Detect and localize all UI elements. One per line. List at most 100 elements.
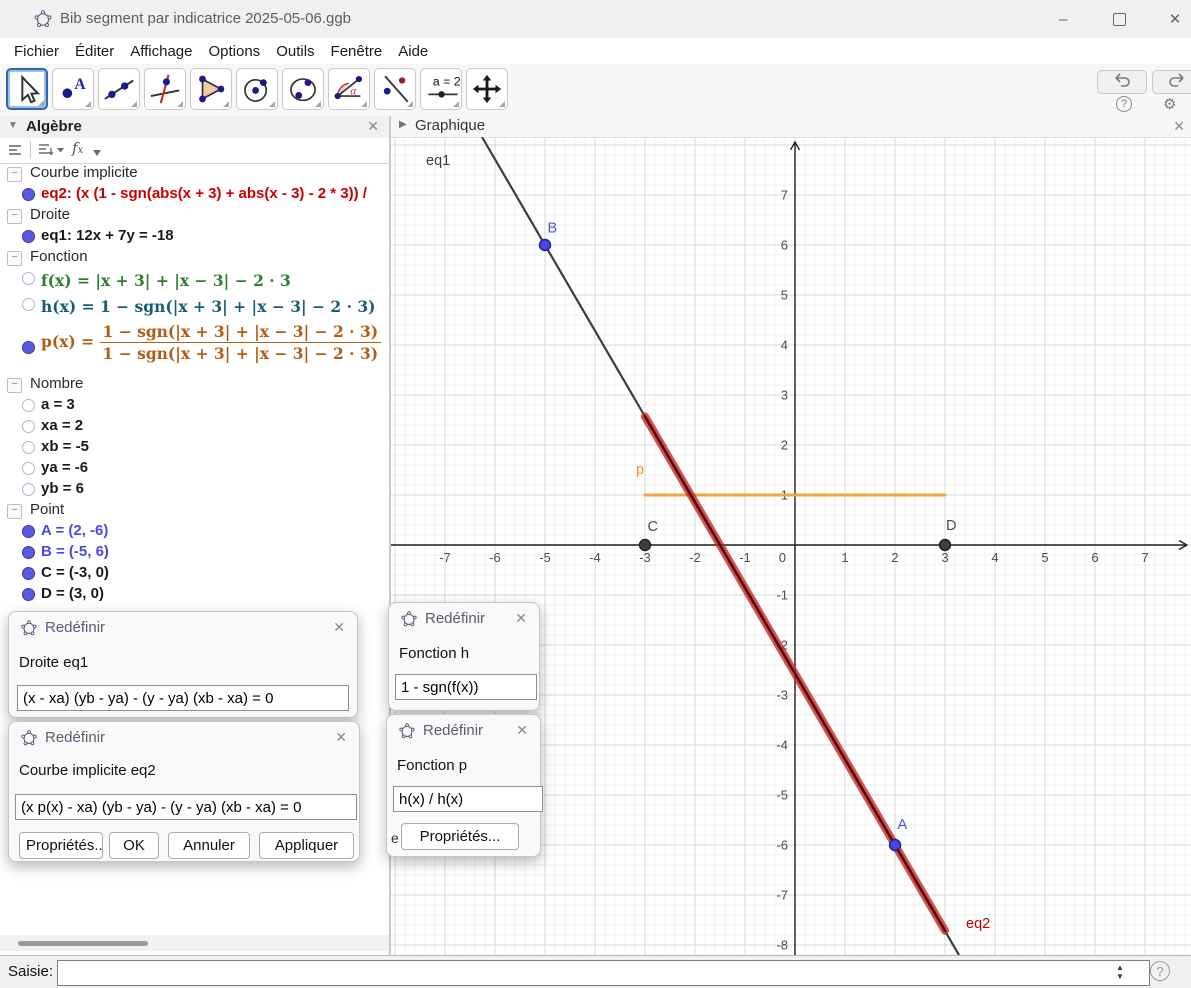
algebra-category-label: Point	[30, 501, 64, 518]
menu-affichage[interactable]: Affichage	[122, 43, 200, 60]
collapse-minus-icon[interactable]: −	[7, 504, 22, 519]
collapse-minus-icon[interactable]: −	[7, 209, 22, 224]
auxiliary-objects-icon[interactable]	[8, 142, 24, 163]
dialog-close-icon[interactable]: ✕	[333, 619, 345, 636]
dialog-close-icon[interactable]: ✕	[515, 610, 527, 627]
algebra-category-row[interactable]: −Droite	[0, 205, 389, 226]
menu-bar: Fichier Éditer Affichage Options Outils …	[0, 38, 1191, 64]
angle-tool-button[interactable]: α	[328, 68, 370, 110]
algebra-object-row[interactable]: p(x) = 1 − sgn(|x + 3| + |x − 3| − 2 · 3…	[0, 320, 389, 374]
saisie-input[interactable]	[57, 960, 1150, 986]
apply-button[interactable]: Appliquer	[259, 832, 354, 859]
collapse-minus-icon[interactable]: −	[7, 251, 22, 266]
algebra-category-row[interactable]: −Point	[0, 500, 389, 521]
visibility-marble-filled-icon[interactable]	[22, 341, 35, 354]
visibility-marble-hollow-icon[interactable]	[22, 272, 35, 285]
help-icon[interactable]: ?	[1116, 96, 1132, 112]
algebra-object-row[interactable]: a = 3	[0, 395, 389, 416]
visibility-marble-filled-icon[interactable]	[22, 230, 35, 243]
settings-gear-icon[interactable]: ⚙	[1163, 95, 1176, 113]
maximize-button[interactable]	[1096, 0, 1142, 38]
algebra-horizontal-scrollbar[interactable]	[0, 935, 389, 951]
redefine-input-eq2[interactable]	[15, 794, 357, 820]
svg-text:-6: -6	[489, 550, 501, 565]
input-help-icon[interactable]: ?	[1150, 961, 1170, 981]
visibility-marble-hollow-icon[interactable]	[22, 441, 35, 454]
algebra-object-row[interactable]: A = (2, -6)	[0, 521, 389, 542]
minimize-button[interactable]: –	[1040, 0, 1086, 38]
algebra-object-row[interactable]: yb = 6	[0, 479, 389, 500]
graphics-close-icon[interactable]: ✕	[1173, 118, 1185, 135]
properties-button[interactable]: Propriétés...	[19, 832, 103, 859]
algebra-object-row[interactable]: B = (-5, 6)	[0, 542, 389, 563]
menu-editer[interactable]: Éditer	[67, 43, 122, 60]
redefine-input-h[interactable]	[395, 674, 537, 700]
collapse-minus-icon[interactable]: −	[7, 167, 22, 182]
properties-button[interactable]: Propriétés...	[401, 823, 519, 850]
visibility-marble-hollow-icon[interactable]	[22, 420, 35, 433]
move-graphics-tool-button[interactable]	[466, 68, 508, 110]
input-history-spinner-icon[interactable]: ▲▼	[1113, 963, 1127, 983]
visibility-marble-hollow-icon[interactable]	[22, 399, 35, 412]
dialog-titlebar[interactable]: Redéfinir ✕	[389, 603, 539, 635]
algebra-category-row[interactable]: −Nombre	[0, 374, 389, 395]
cancel-button[interactable]: Annuler	[168, 832, 250, 859]
dialog-titlebar[interactable]: Redéfinir ✕	[9, 722, 359, 754]
graphics-panel-header: ▶ Graphique ✕	[391, 116, 1191, 138]
move-tool-button[interactable]	[6, 68, 48, 110]
reflection-tool-button[interactable]	[374, 68, 416, 110]
scrollbar-thumb[interactable]	[18, 941, 148, 946]
collapse-triangle-icon[interactable]: ▼	[8, 120, 18, 131]
dialog-close-icon[interactable]: ✕	[516, 722, 528, 739]
algebra-object-row[interactable]: h(x) = 1 − sgn(|x + 3| + |x − 3| − 2 · 3…	[0, 294, 389, 320]
menu-fichier[interactable]: Fichier	[6, 43, 67, 60]
visibility-marble-filled-icon[interactable]	[22, 546, 35, 559]
menu-aide[interactable]: Aide	[390, 43, 436, 60]
dialog-close-icon[interactable]: ✕	[335, 729, 347, 746]
conic-tool-button[interactable]	[282, 68, 324, 110]
line-tool-button[interactable]	[98, 68, 140, 110]
perpendicular-line-tool-button[interactable]	[144, 68, 186, 110]
algebra-object-row[interactable]: D = (3, 0)	[0, 584, 389, 605]
dialog-object-label: Fonction h	[399, 645, 469, 662]
visibility-marble-hollow-icon[interactable]	[22, 483, 35, 496]
algebra-object-row[interactable]: C = (-3, 0)	[0, 563, 389, 584]
algebra-close-icon[interactable]: ✕	[367, 118, 379, 135]
visibility-marble-filled-icon[interactable]	[22, 588, 35, 601]
polygon-tool-button[interactable]	[190, 68, 232, 110]
algebra-object-row[interactable]: ya = -6	[0, 458, 389, 479]
visibility-marble-filled-icon[interactable]	[22, 188, 35, 201]
menu-outils[interactable]: Outils	[268, 43, 322, 60]
algebra-category-row[interactable]: −Fonction	[0, 247, 389, 268]
close-button[interactable]: ✕	[1152, 0, 1191, 38]
sort-objects-icon[interactable]	[38, 142, 64, 163]
redo-button[interactable]	[1152, 70, 1191, 94]
ok-button[interactable]: OK	[109, 832, 159, 859]
algebra-object-row[interactable]: eq2: (x (1 - sgn(abs(x + 3) + abs(x - 3)…	[0, 184, 389, 205]
visibility-marble-hollow-icon[interactable]	[22, 298, 35, 311]
point-tool-button[interactable]: A	[52, 68, 94, 110]
undo-button[interactable]	[1097, 70, 1147, 94]
menu-fenetre[interactable]: Fenêtre	[323, 43, 391, 60]
menu-options[interactable]: Options	[200, 43, 268, 60]
redefine-input-p[interactable]	[393, 786, 543, 812]
algebra-category-row[interactable]: −Courbe implicite	[0, 163, 389, 184]
fx-dropdown-icon[interactable]	[92, 144, 102, 162]
dialog-titlebar[interactable]: Redéfinir ✕	[9, 612, 357, 644]
visibility-marble-hollow-icon[interactable]	[22, 462, 35, 475]
collapse-minus-icon[interactable]: −	[7, 378, 22, 393]
dialog-title: Redéfinir	[423, 722, 483, 739]
expand-triangle-icon[interactable]: ▶	[399, 119, 407, 130]
visibility-marble-filled-icon[interactable]	[22, 567, 35, 580]
dialog-titlebar[interactable]: Redéfinir ✕	[387, 715, 540, 747]
slider-tool-button[interactable]: a = 2	[420, 68, 462, 110]
redefine-input-eq1[interactable]	[17, 685, 349, 711]
algebra-object-row[interactable]: f(x) = |x + 3| + |x − 3| − 2 · 3	[0, 268, 389, 294]
fx-input-toggle-icon[interactable]: fx	[72, 139, 83, 157]
algebra-object-row[interactable]: xb = -5	[0, 437, 389, 458]
algebra-object-text: ya = -6	[41, 459, 88, 476]
circle-tool-button[interactable]	[236, 68, 278, 110]
algebra-object-row[interactable]: xa = 2	[0, 416, 389, 437]
algebra-object-row[interactable]: eq1: 12x + 7y = -18	[0, 226, 389, 247]
visibility-marble-filled-icon[interactable]	[22, 525, 35, 538]
